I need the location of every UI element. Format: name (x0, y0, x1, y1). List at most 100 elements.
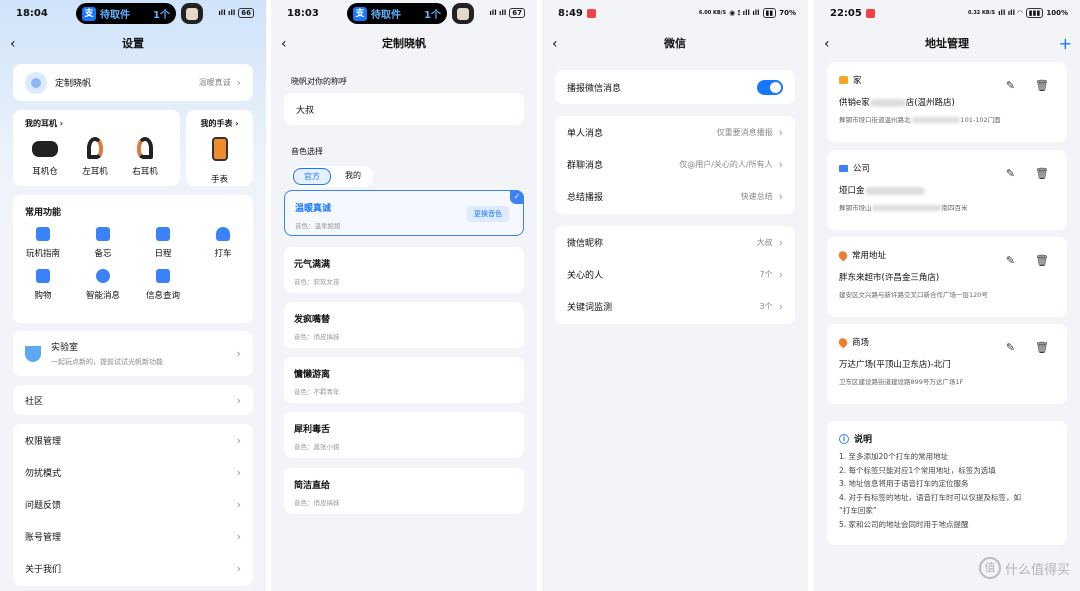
address-screen: 22:05 0.32 KB/S ıll ıll ◠ ▮▮▮ 100% ‹ 地址管… (814, 0, 1080, 591)
address-card[interactable]: 常用地址 胖东来超市(许昌金三角店) 建安区文兴路与新许路交叉口新合作广场一层1… (827, 237, 1067, 317)
setting-row[interactable]: 总结播报 快速总结 › (555, 180, 795, 212)
pickup-pill[interactable]: 支待取件 1个 (76, 3, 176, 24)
voice-name: 犀利毒舌 (294, 425, 331, 435)
address-name-tail: 店(温州路店) (905, 98, 955, 108)
tab-official[interactable]: 官方 (293, 168, 331, 185)
trash-icon[interactable]: 🗑 (1035, 341, 1049, 354)
func-memo[interactable]: 备忘 (73, 227, 133, 259)
pill-count: 1个 (153, 10, 170, 21)
battery-icon: 66 (238, 8, 254, 18)
setting-row[interactable]: 关键词监测 3个 › (555, 290, 795, 322)
func-shopping[interactable]: 购物 (13, 269, 73, 301)
tab-mine[interactable]: 我的 (335, 168, 371, 185)
note-line: “打车回家” (839, 506, 877, 515)
trash-icon[interactable]: 🗑 (1035, 254, 1049, 267)
right-earbud-icon (137, 137, 153, 159)
func-taxi[interactable]: 打车 (193, 227, 253, 259)
func-schedule[interactable]: 日程 (133, 227, 193, 259)
device-label: 手表 (210, 175, 228, 185)
note-line: 4. 对于有标签的地址，语音打车时可以仅提及标签，如 (839, 492, 1022, 502)
broadcast-toggle[interactable] (757, 79, 783, 95)
community-row[interactable]: 社区 › (13, 385, 253, 415)
chevron-right-icon: › (236, 529, 241, 543)
earbud-case-icon (32, 141, 58, 157)
back-icon[interactable]: ‹ (10, 32, 16, 56)
add-icon[interactable]: + (1059, 32, 1072, 56)
pickup-pill[interactable]: 支待取件 1个 (347, 3, 447, 24)
device-left[interactable]: 左耳机 (75, 137, 115, 177)
redacted-blur (869, 98, 906, 107)
voice-card-selected[interactable]: 温暖真诚 音色：温柔姐姐 更换音色 ✓ (284, 190, 524, 236)
change-voice-button[interactable]: 更换音色 (467, 206, 509, 222)
calendar-icon (156, 227, 170, 241)
menu-permissions[interactable]: 权限管理 › (13, 424, 253, 456)
nickname-field[interactable]: 大叔 (284, 93, 524, 125)
edit-icon[interactable]: ✎ (1006, 254, 1015, 267)
menu-account[interactable]: 账号管理 › (13, 520, 253, 552)
watermark-text: 什么值得买 (1004, 562, 1070, 578)
menu-feedback[interactable]: 问题反馈 › (13, 488, 253, 520)
voice-card[interactable]: 犀利毒舌 音色：嚣张小姐 (284, 412, 524, 458)
device-case[interactable]: 耳机仓 (25, 137, 65, 177)
pill-label: 待取件 (100, 10, 130, 21)
trash-icon[interactable]: 🗑 (1035, 167, 1049, 180)
earphones-card[interactable]: 我的耳机 › 耳机仓 左耳机 右耳机 (13, 110, 180, 186)
settings-screen: 18:04 支待取件 1个 ıll ıll 66 ‹ 设置 定制晓帆 温暖真诚 ›… (0, 0, 266, 591)
status-icons: ıll ıll 67 (489, 8, 525, 18)
chevron-right-icon: › (236, 393, 241, 407)
setting-row[interactable]: 单人消息 仅重要消息播报 › (555, 116, 795, 148)
edit-icon[interactable]: ✎ (1006, 167, 1015, 180)
lab-card[interactable]: 实验室一起玩点新的，提前试试光帆新功能 › (13, 331, 253, 376)
back-icon[interactable]: ‹ (552, 32, 558, 56)
setting-row[interactable]: 关心的人 7个 › (555, 258, 795, 290)
back-icon[interactable]: ‹ (281, 32, 287, 56)
menu-about[interactable]: 关于我们 › (13, 552, 253, 584)
page-title: 设置 (122, 37, 144, 50)
address-card[interactable]: 家 供销e家 店(温州路店) 舞钢市垭口街道温州路北 101-102门面 ✎ 🗑 (827, 62, 1067, 142)
lab-subtitle: 一起玩点新的，提前试试光帆新功能 (51, 358, 163, 366)
func-guide[interactable]: 玩机指南 (13, 227, 73, 259)
func-info[interactable]: 信息查询 (133, 269, 193, 301)
broadcast-card: 播报微信消息 (555, 70, 795, 104)
status-time: 8:49 (558, 8, 596, 19)
page-title: 地址管理 (925, 37, 969, 50)
menu-label: 勿扰模式 (25, 468, 62, 479)
address-detail: 卫东区建设路街道建设路899号万达广场1F (839, 378, 964, 386)
status-bar: 8:49 6.00 KB/S ◉ ⟟ ıll ıll ▮▮ 70% (542, 0, 808, 28)
device-label: 右耳机 (132, 167, 158, 177)
net-speed: 0.32 KB/S (967, 10, 996, 16)
device-right[interactable]: 右耳机 (125, 137, 165, 177)
menu-dnd[interactable]: 勿扰模式 › (13, 456, 253, 488)
pill-label: 待取件 (371, 10, 401, 21)
profile-card[interactable]: 定制晓帆 温暖真诚 › (13, 64, 253, 101)
voice-card[interactable]: 慵懒游离 音色：不羁青年 (284, 357, 524, 403)
net-speed: 6.00 KB/S (698, 10, 727, 16)
broadcast-label: 播报微信消息 (567, 83, 622, 94)
voice-card[interactable]: 简洁直给 音色：俏皮搞妹 (284, 468, 524, 514)
setting-row[interactable]: 群聊消息 仅@用户/关心的人/所有人 › (555, 148, 795, 180)
voice-card[interactable]: 元气满满 音色：软软女孩 (284, 247, 524, 293)
chevron-right-icon: › (778, 299, 783, 313)
back-icon[interactable]: ‹ (824, 32, 830, 56)
chevron-right-icon: › (236, 433, 241, 447)
setting-row[interactable]: 微信昵称 大叔 › (555, 226, 795, 258)
trash-icon[interactable]: 🗑 (1035, 79, 1049, 92)
lab-title: 实验室 (51, 343, 79, 353)
func-label: 打车 (214, 249, 232, 259)
address-card[interactable]: 商场 万达广场(平顶山卫东店)-北门 卫东区建设路街道建设路899号万达广场1F… (827, 324, 1067, 404)
chevron-right-icon: › (236, 347, 241, 360)
edit-icon[interactable]: ✎ (1006, 79, 1015, 92)
address-card[interactable]: 公司 垭口金 舞钢市垭山 南四百米 ✎ 🗑 (827, 150, 1067, 230)
menu-label: 账号管理 (25, 532, 62, 543)
voice-name: 简洁直给 (294, 481, 331, 491)
voice-card[interactable]: 发疯嘴替 音色：俏皮搞妹 (284, 302, 524, 348)
voice-desc: 音色：俏皮搞妹 (294, 333, 340, 341)
smzdm-logo-icon: 值 (978, 557, 1001, 579)
address-name: 万达广场(平顶山卫东店)-北门 (839, 360, 951, 370)
func-smart-msg[interactable]: 智能消息 (73, 269, 133, 301)
setting-label: 关心的人 (567, 270, 604, 281)
status-bar: 18:03 支待取件 1个 ıll ıll 67 (271, 0, 537, 28)
battery-text: 70% (779, 9, 796, 17)
edit-icon[interactable]: ✎ (1006, 341, 1015, 354)
watch-card[interactable]: 我的手表 › 手表 (186, 110, 253, 186)
